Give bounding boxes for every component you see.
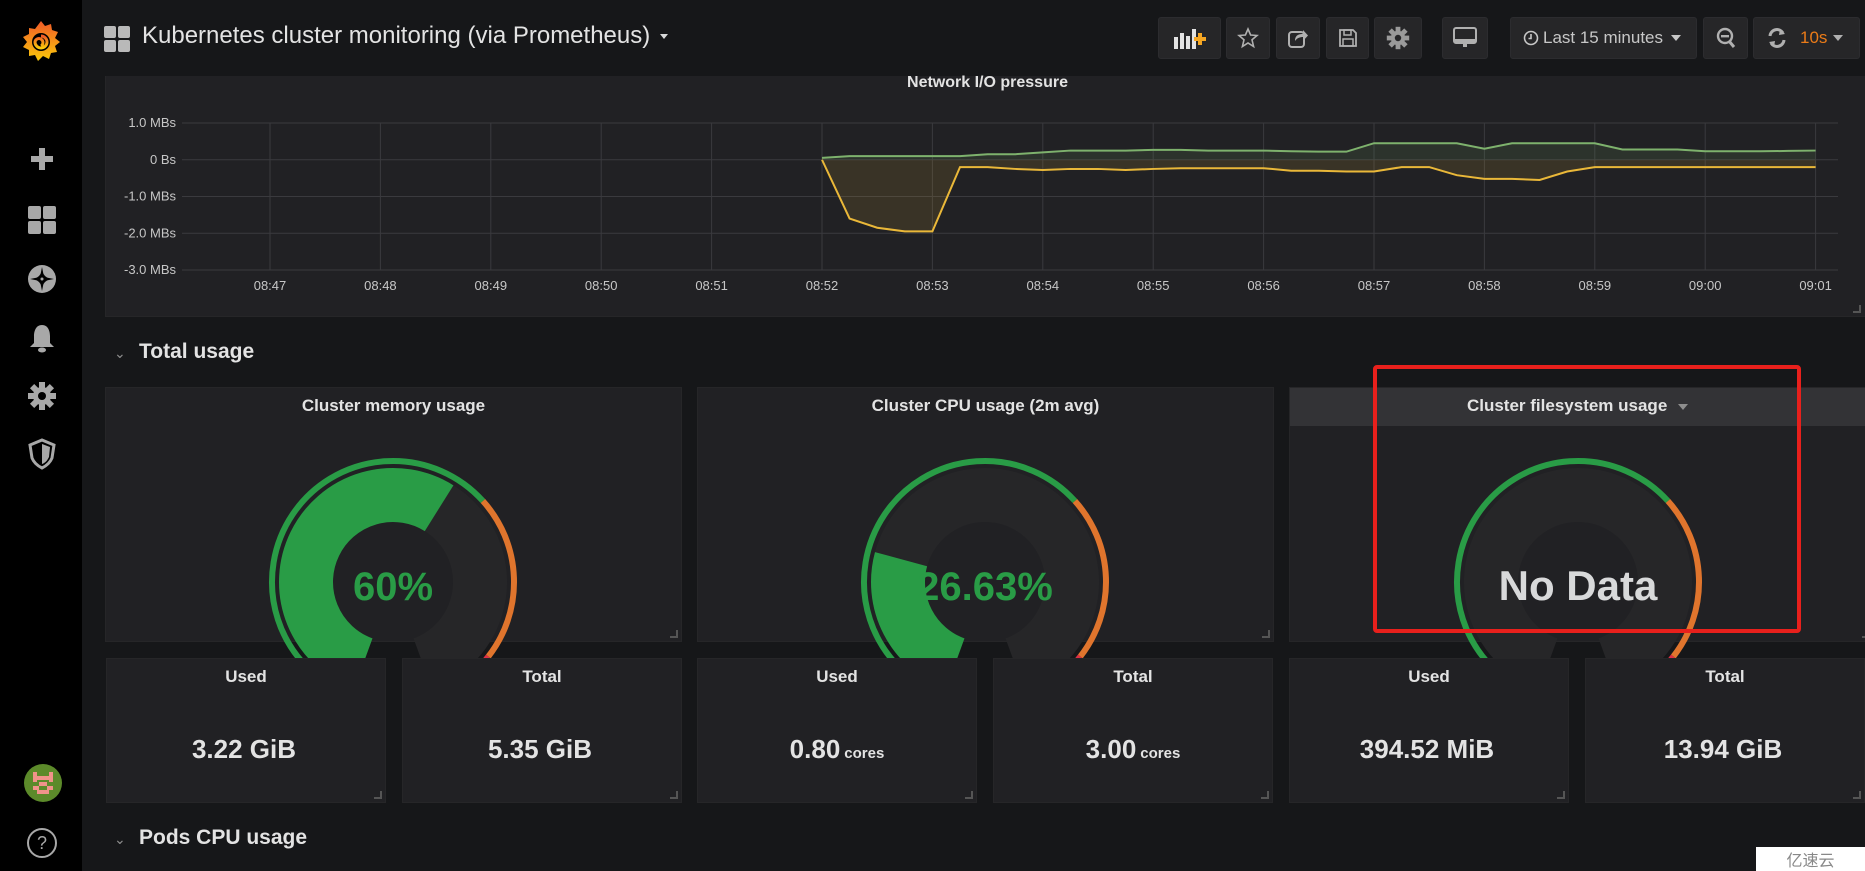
- stat-number: 394.52 MiB: [1359, 734, 1495, 764]
- stat-panel: Used 3.22 GiB: [106, 658, 386, 803]
- stat-number: 3.22 GiB: [191, 734, 297, 764]
- gauge-value-text: 26.63%: [917, 565, 1053, 609]
- row-collapse-icon[interactable]: ⌄: [114, 831, 126, 848]
- stat-value: 3.00 cores: [994, 734, 1272, 765]
- avatar-icon: [24, 764, 62, 802]
- stat-number: 0.80: [789, 734, 841, 764]
- resize-handle[interactable]: [1557, 791, 1565, 799]
- stat-label[interactable]: Total: [994, 667, 1272, 687]
- stat-value: 13.94 GiB: [1586, 734, 1864, 765]
- resize-handle[interactable]: [1261, 791, 1269, 799]
- stat-value: 394.52 MiB: [1290, 734, 1568, 765]
- gauge-value-text: No Data: [1499, 562, 1658, 609]
- stat-unit: cores: [844, 745, 885, 762]
- stat-panel: Total 13.94 GiB: [1585, 658, 1865, 803]
- gauge-value-text: 60%: [353, 565, 433, 609]
- stat-value: 0.80 cores: [698, 734, 976, 765]
- stat-panel: Total 5.35 GiB: [402, 658, 682, 803]
- watermark: 亿速云: [1756, 847, 1865, 871]
- stat-number: 13.94 GiB: [1663, 734, 1783, 764]
- stat-label[interactable]: Used: [1290, 667, 1568, 687]
- stat-panel: Used 394.52 MiB: [1289, 658, 1569, 803]
- help-button[interactable]: ?: [24, 825, 60, 861]
- stat-panel: Total 3.00 cores: [993, 658, 1273, 803]
- stat-number: 5.35 GiB: [487, 734, 593, 764]
- stat-unit: cores: [1140, 745, 1181, 762]
- resize-handle[interactable]: [965, 791, 973, 799]
- stat-label[interactable]: Used: [698, 667, 976, 687]
- stat-number: 3.00: [1085, 734, 1137, 764]
- stat-label[interactable]: Used: [107, 667, 385, 687]
- stat-panel: Used 0.80 cores: [697, 658, 977, 803]
- resize-handle[interactable]: [670, 791, 678, 799]
- row-title-pods-cpu[interactable]: Pods CPU usage: [139, 826, 307, 850]
- stat-label[interactable]: Total: [403, 667, 681, 687]
- help-icon: ?: [27, 828, 57, 858]
- svg-text:?: ?: [37, 833, 47, 853]
- stat-value: 5.35 GiB: [403, 734, 681, 765]
- resize-handle[interactable]: [374, 791, 382, 799]
- gauges-layer: 60% 26.63% No Data: [269, 458, 1702, 660]
- resize-handle[interactable]: [1853, 791, 1861, 799]
- stat-label[interactable]: Total: [1586, 667, 1864, 687]
- stat-value: 3.22 GiB: [107, 734, 385, 765]
- user-avatar[interactable]: [23, 763, 63, 803]
